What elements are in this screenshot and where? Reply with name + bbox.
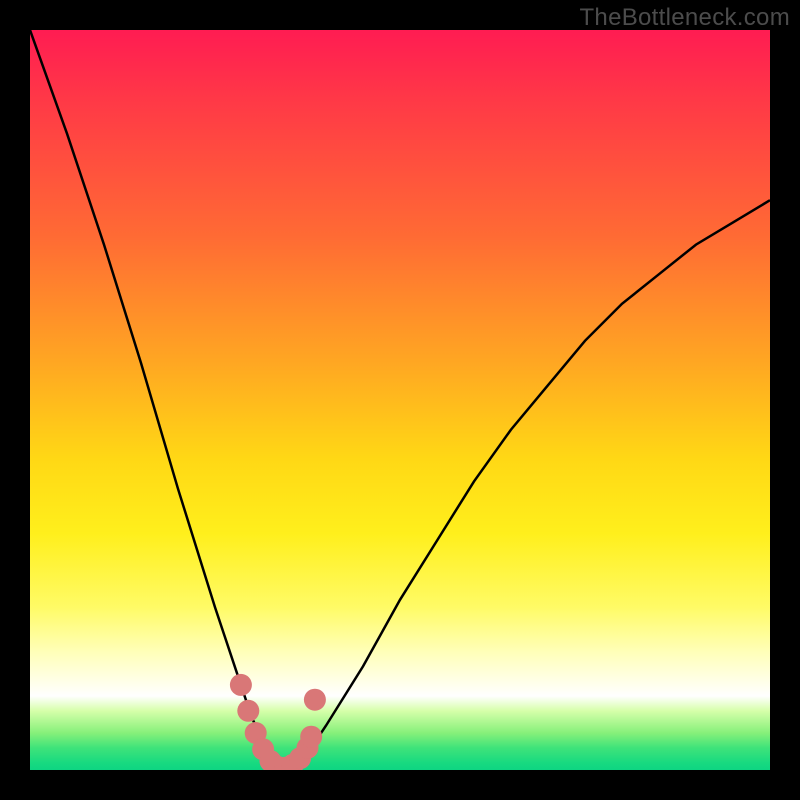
- bottleneck-curve: [30, 30, 770, 770]
- plot-area: [30, 30, 770, 770]
- marker-layer: [230, 674, 326, 770]
- outer-frame: TheBottleneck.com: [0, 0, 800, 800]
- highlight-dot: [304, 689, 326, 711]
- highlight-dot: [237, 700, 259, 722]
- chart-svg: [30, 30, 770, 770]
- watermark-text: TheBottleneck.com: [579, 4, 790, 32]
- highlight-dot: [230, 674, 252, 696]
- curve-layer: [30, 30, 770, 770]
- highlight-dot: [300, 726, 322, 748]
